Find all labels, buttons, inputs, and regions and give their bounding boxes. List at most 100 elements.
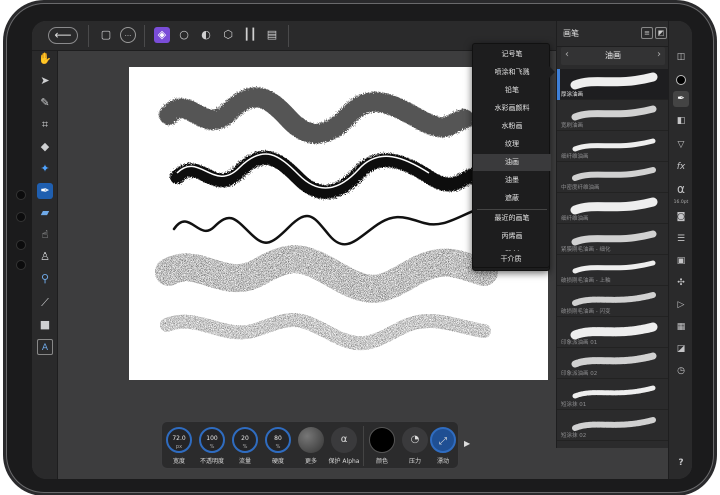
brush-preset-medium[interactable]: 中密度纤维油画 bbox=[557, 162, 669, 193]
stabilizer-label: 漂动 bbox=[436, 458, 449, 465]
panel-menu-icon[interactable]: ◩ bbox=[655, 27, 667, 39]
width-control[interactable]: 72.0 px 宽度 bbox=[164, 425, 194, 467]
brush-preset-label: 厚涂油画 bbox=[561, 92, 584, 98]
paint-brush-icon[interactable]: ✒ bbox=[37, 183, 53, 199]
image-icon[interactable]: ◪ bbox=[673, 341, 689, 357]
clone-stamp-icon[interactable]: ♙ bbox=[37, 249, 53, 265]
camera-dot bbox=[17, 261, 25, 269]
menu-item-gouache[interactable]: 水粉画 bbox=[473, 118, 551, 135]
alpha-icon: α bbox=[331, 427, 357, 453]
brush-preset-impress2[interactable]: 印象派油画 02 bbox=[557, 348, 669, 379]
studio-bar: ◫ ✒ ◧ ▽ fx α 16.0pt ◙ ☰ ▣ ✣ ▷ ▦ ◪ ◷ ? bbox=[668, 21, 692, 479]
crop-tool-icon[interactable]: ⌗ bbox=[37, 117, 53, 133]
brush-category-label: 油画 bbox=[605, 51, 621, 60]
brushes-studio-icon[interactable]: ✒ bbox=[673, 91, 689, 107]
width-unit: px bbox=[175, 444, 183, 450]
transform-icon[interactable]: ✣ bbox=[673, 275, 689, 291]
menu-item-dry-media[interactable]: 干介质 bbox=[472, 251, 550, 268]
hardness-control[interactable]: 80% 硬度 bbox=[263, 425, 293, 467]
brush-preset-label: 紧膜刚毛油画 - 细化 bbox=[561, 247, 611, 253]
liquify-persona-icon[interactable]: ○ bbox=[176, 27, 192, 43]
menu-item-texture[interactable]: 纹理 bbox=[473, 136, 551, 153]
fx-icon[interactable]: fx bbox=[673, 159, 689, 175]
next-category-icon[interactable]: › bbox=[657, 49, 661, 60]
export-persona-icon[interactable]: ┃┃ bbox=[242, 27, 258, 43]
brush-preset-short1[interactable]: 短涂抹 01 bbox=[557, 379, 669, 410]
flow-control[interactable]: 20% 流量 bbox=[230, 425, 260, 467]
stroke-thick-oil bbox=[159, 87, 474, 144]
more-button[interactable]: ··· bbox=[120, 27, 136, 43]
channels-icon[interactable]: ▣ bbox=[673, 253, 689, 269]
expand-toolbar-icon[interactable]: ▶ bbox=[464, 439, 470, 448]
brush-preset-thick[interactable]: 厚涂油画 bbox=[557, 69, 669, 100]
stabilizer-control[interactable]: ⤢ 漂动 bbox=[428, 425, 458, 467]
play-icon[interactable]: ▷ bbox=[673, 297, 689, 313]
width-value: 72.0 bbox=[172, 435, 186, 442]
grid-icon[interactable]: ▦ bbox=[673, 319, 689, 335]
brush-preset-label: 细纤维油画 bbox=[561, 154, 589, 160]
dodge-icon[interactable]: ⚲ bbox=[37, 271, 53, 287]
layers-icon[interactable]: ◫ bbox=[673, 49, 689, 65]
camera-icon[interactable]: ◙ bbox=[673, 209, 689, 225]
back-button[interactable]: ⟵ bbox=[48, 27, 78, 44]
navigator-icon[interactable]: ◧ bbox=[673, 113, 689, 129]
color-swatch-icon[interactable] bbox=[676, 75, 686, 85]
flow-unit: % bbox=[242, 444, 248, 450]
brush-preset-label: 破损刚毛油画 - 闪变 bbox=[561, 309, 611, 315]
brush-preset-fine[interactable]: 细纤维油画 bbox=[557, 131, 669, 162]
brush-preset-fine2[interactable]: 细纤维油画 bbox=[557, 193, 669, 224]
text-tool-icon[interactable]: A bbox=[37, 339, 53, 355]
adjust-icon[interactable]: ☰ bbox=[673, 231, 689, 247]
dropper-icon[interactable]: ⟋ bbox=[37, 295, 53, 311]
brush-preset-impress1[interactable]: 印象派油画 01 bbox=[557, 317, 669, 348]
color-picker-icon[interactable]: ✎ bbox=[37, 95, 53, 111]
opacity-control[interactable]: 100% 不透明度 bbox=[197, 425, 227, 467]
brush-preset-broken2[interactable]: 破损刚毛油画 - 闪变 bbox=[557, 286, 669, 317]
menu-item-acrylic[interactable]: 丙烯画 bbox=[473, 228, 551, 245]
document-icon[interactable]: ▢ bbox=[98, 27, 114, 43]
selection-indicator bbox=[557, 69, 560, 100]
menu-item-recent[interactable]: 最近的画笔 bbox=[473, 210, 551, 227]
menu-item-spray[interactable]: 喷涂和飞溅 bbox=[473, 64, 551, 81]
menu-item-marker[interactable]: 记号笔 bbox=[473, 46, 551, 63]
brush-preset-label: 中密度纤维油画 bbox=[561, 185, 600, 191]
tone-map-persona-icon[interactable]: ⬡ bbox=[220, 27, 236, 43]
brush-preset-tight[interactable]: 紧膜刚毛油画 - 细化 bbox=[557, 224, 669, 255]
develop-persona-icon[interactable]: ◐ bbox=[198, 27, 214, 43]
filters-icon[interactable]: ▽ bbox=[673, 137, 689, 153]
brush-preset-label: 印象派油画 01 bbox=[561, 340, 598, 346]
brush-preview-icon bbox=[298, 427, 324, 453]
color-control[interactable]: 颜色 bbox=[367, 425, 397, 467]
hand-tool-icon[interactable]: ✋ bbox=[37, 51, 53, 67]
brush-category-selector[interactable]: ‹ 油画 › bbox=[561, 47, 665, 65]
flood-fill-icon[interactable]: ◆ bbox=[37, 139, 53, 155]
brush-preset-label: 宽刷油画 bbox=[561, 123, 584, 129]
history-icon[interactable]: ◷ bbox=[673, 363, 689, 379]
brush-preset-label: 短涂抹 02 bbox=[561, 433, 587, 439]
menu-item-pencil[interactable]: 铅笔 bbox=[473, 82, 551, 99]
menu-item-mask[interactable]: 遮蔽 bbox=[473, 190, 551, 207]
color-well bbox=[369, 427, 395, 453]
brush-preset-short2[interactable]: 短涂抹 02 bbox=[557, 410, 669, 441]
selection-brush-icon[interactable]: ✦ bbox=[37, 161, 53, 177]
help-icon[interactable]: ? bbox=[673, 455, 689, 471]
menu-item-ink[interactable]: 油墨 bbox=[473, 172, 551, 189]
move-tool-icon[interactable]: ➤ bbox=[37, 73, 53, 89]
list-view-icon[interactable]: ≡ bbox=[641, 27, 653, 39]
smudge-icon[interactable]: ☝ bbox=[37, 227, 53, 243]
brush-preset-label: 破损刚毛油画 - 上釉 bbox=[561, 278, 611, 284]
stroke-bristle bbox=[170, 150, 481, 199]
menu-item-watercolor[interactable]: 水彩画颜料 bbox=[473, 100, 551, 117]
shape-tool-icon[interactable]: ■ bbox=[37, 317, 53, 333]
brush-preset-broken1[interactable]: 破损刚毛油画 - 上釉 bbox=[557, 255, 669, 286]
protect-alpha-control[interactable]: α 保护 Alpha bbox=[329, 425, 359, 467]
photo-persona-icon[interactable]: ◈ bbox=[154, 27, 170, 43]
menu-item-oil[interactable]: 油画 bbox=[473, 154, 551, 171]
layers-persona-icon[interactable]: ▤ bbox=[264, 27, 280, 43]
brush-preset-label: 短涂抹 01 bbox=[561, 402, 587, 408]
hardness-value: 80 bbox=[274, 435, 282, 442]
eraser-icon[interactable]: ▰ bbox=[37, 205, 53, 221]
camera-dot bbox=[17, 191, 25, 199]
brush-preset-wide[interactable]: 宽刷油画 bbox=[557, 100, 669, 131]
brushes-panel: 画笔 ≡ ◩ ‹ 油画 › 厚涂油画 宽刷油画 细纤维油画 中密度纤维油画 细纤维油画紧… bbox=[556, 21, 669, 448]
